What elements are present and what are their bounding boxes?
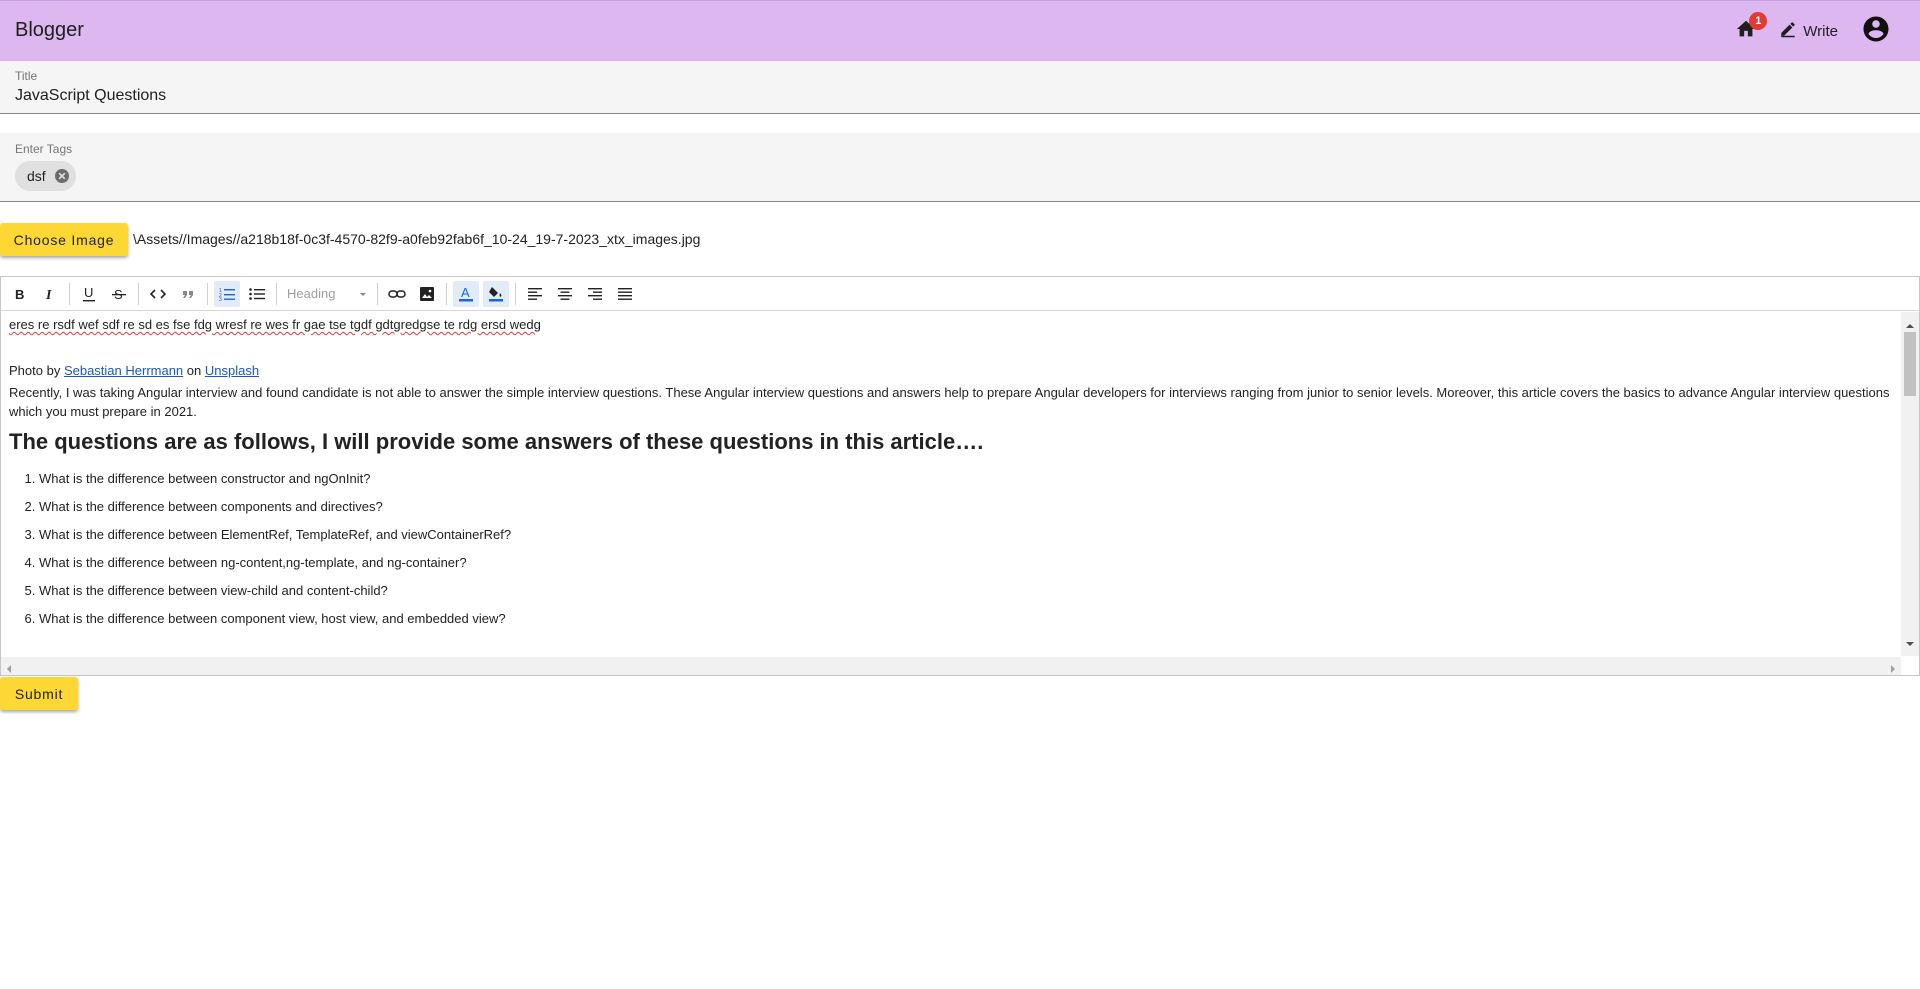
link-icon (388, 289, 406, 298)
tag-chip-label: dsf (27, 168, 46, 184)
image-button[interactable] (414, 281, 440, 307)
align-left-button[interactable] (522, 281, 548, 307)
underline-button[interactable]: U (76, 281, 102, 307)
bullet-list-icon (249, 287, 265, 300)
align-justify-icon (618, 287, 632, 300)
home-button[interactable]: 1 (1731, 12, 1768, 46)
top-actions: 1 Write (1731, 12, 1892, 47)
list-item: What is the difference between ElementRe… (39, 521, 1891, 549)
toolbar-divider (446, 282, 447, 305)
svg-text:3: 3 (219, 297, 222, 301)
vertical-scrollbar[interactable] (1901, 312, 1919, 656)
bold-button[interactable]: B (7, 281, 33, 307)
ordered-list-button[interactable]: 123 (214, 280, 240, 307)
link-button[interactable] (384, 281, 410, 307)
submit-button[interactable]: Submit (0, 677, 78, 710)
text-color-button[interactable]: A (453, 280, 479, 307)
italic-icon: I (45, 288, 52, 301)
account-circle-icon (1861, 14, 1891, 49)
title-field[interactable]: Title JavaScript Questions (0, 61, 1920, 114)
horizontal-scrollbar[interactable] (1, 657, 1901, 675)
highlight-button[interactable] (483, 280, 509, 307)
svg-text:B: B (15, 287, 24, 301)
question-list: What is the difference between construct… (9, 465, 1891, 633)
choose-image-button[interactable]: Choose Image (0, 223, 128, 256)
scroll-down-icon[interactable] (1905, 634, 1915, 652)
chevron-down-icon (359, 286, 367, 301)
heading-select-value: Heading (287, 286, 336, 301)
list-item: What is the difference between component… (39, 605, 1891, 633)
toolbar-divider (138, 282, 139, 305)
photo-author-link[interactable]: Sebastian Herrmann (64, 363, 183, 378)
intro-paragraph: Recently, I was taking Angular interview… (9, 385, 1890, 419)
svg-text:U: U (84, 286, 93, 300)
account-button[interactable] (1860, 15, 1892, 47)
code-button[interactable] (145, 281, 171, 307)
tag-chip[interactable]: dsf (15, 161, 76, 191)
toolbar-divider (207, 282, 208, 305)
article-heading: The questions are as follows, I will pro… (9, 429, 984, 454)
write-label: Write (1803, 22, 1838, 40)
highlight-icon (489, 286, 503, 301)
scroll-right-icon[interactable] (1890, 661, 1896, 679)
bullet-list-button[interactable] (244, 281, 270, 307)
bold-icon: B (15, 287, 24, 301)
toolbar-divider (276, 282, 277, 305)
photo-credit-prefix: Photo by (9, 363, 64, 378)
photo-site-link[interactable]: Unsplash (205, 363, 259, 378)
toolbar-divider (69, 282, 70, 305)
app-bar: Blogger 1 Write (0, 0, 1920, 61)
align-center-icon (558, 287, 572, 300)
scrollbar-thumb[interactable] (1904, 332, 1916, 396)
toolbar-divider (515, 282, 516, 305)
align-center-button[interactable] (552, 281, 578, 307)
strikethrough-icon: S (112, 287, 126, 301)
heading-select[interactable]: Heading (283, 281, 371, 307)
editor-line-1: eres re rsdf wef sdf re sd es fse fdg wr… (9, 317, 541, 332)
align-left-icon (528, 287, 542, 300)
image-path: \Assets//Images//a218b18f-0c3f-4570-82f9… (133, 231, 701, 247)
align-right-icon (588, 287, 602, 300)
underline-icon: U (83, 286, 95, 301)
photo-credit-on: on (183, 363, 205, 378)
pencil-icon (1779, 20, 1797, 42)
align-right-button[interactable] (582, 281, 608, 307)
title-label: Title (15, 69, 38, 83)
ordered-list-icon: 123 (219, 288, 235, 301)
notification-badge: 1 (1749, 12, 1768, 30)
tags-field[interactable]: Enter Tags dsf (0, 133, 1920, 202)
editor-content[interactable]: eres re rsdf wef sdf re sd es fse fdg wr… (1, 312, 1899, 656)
photo-credit: Photo by Sebastian Herrmann on Unsplash (9, 361, 1891, 380)
quote-icon (183, 290, 193, 298)
editor-toolbar: B I U S 123 Heading (1, 277, 1919, 311)
italic-button[interactable]: I (37, 281, 63, 307)
title-input[interactable]: JavaScript Questions (15, 87, 166, 105)
remove-tag-icon[interactable] (54, 168, 70, 184)
svg-text:A: A (461, 285, 470, 300)
write-button[interactable]: Write (1779, 20, 1838, 42)
image-icon (420, 286, 434, 301)
svg-text:I: I (45, 288, 52, 301)
list-item: What is the difference between ng-conten… (39, 549, 1891, 577)
strikethrough-button[interactable]: S (106, 281, 132, 307)
quote-button[interactable] (175, 281, 201, 307)
code-icon (150, 288, 166, 299)
list-item: What is the difference between view-chil… (39, 577, 1891, 605)
brand-title[interactable]: Blogger (15, 19, 84, 42)
rich-text-editor: B I U S 123 Heading (0, 276, 1920, 676)
text-color-icon: A (459, 285, 473, 301)
list-item: What is the difference between construct… (39, 465, 1891, 493)
toolbar-divider (377, 282, 378, 305)
tags-label: Enter Tags (15, 142, 73, 156)
align-justify-button[interactable] (612, 281, 638, 307)
list-item: What is the difference between component… (39, 493, 1891, 521)
